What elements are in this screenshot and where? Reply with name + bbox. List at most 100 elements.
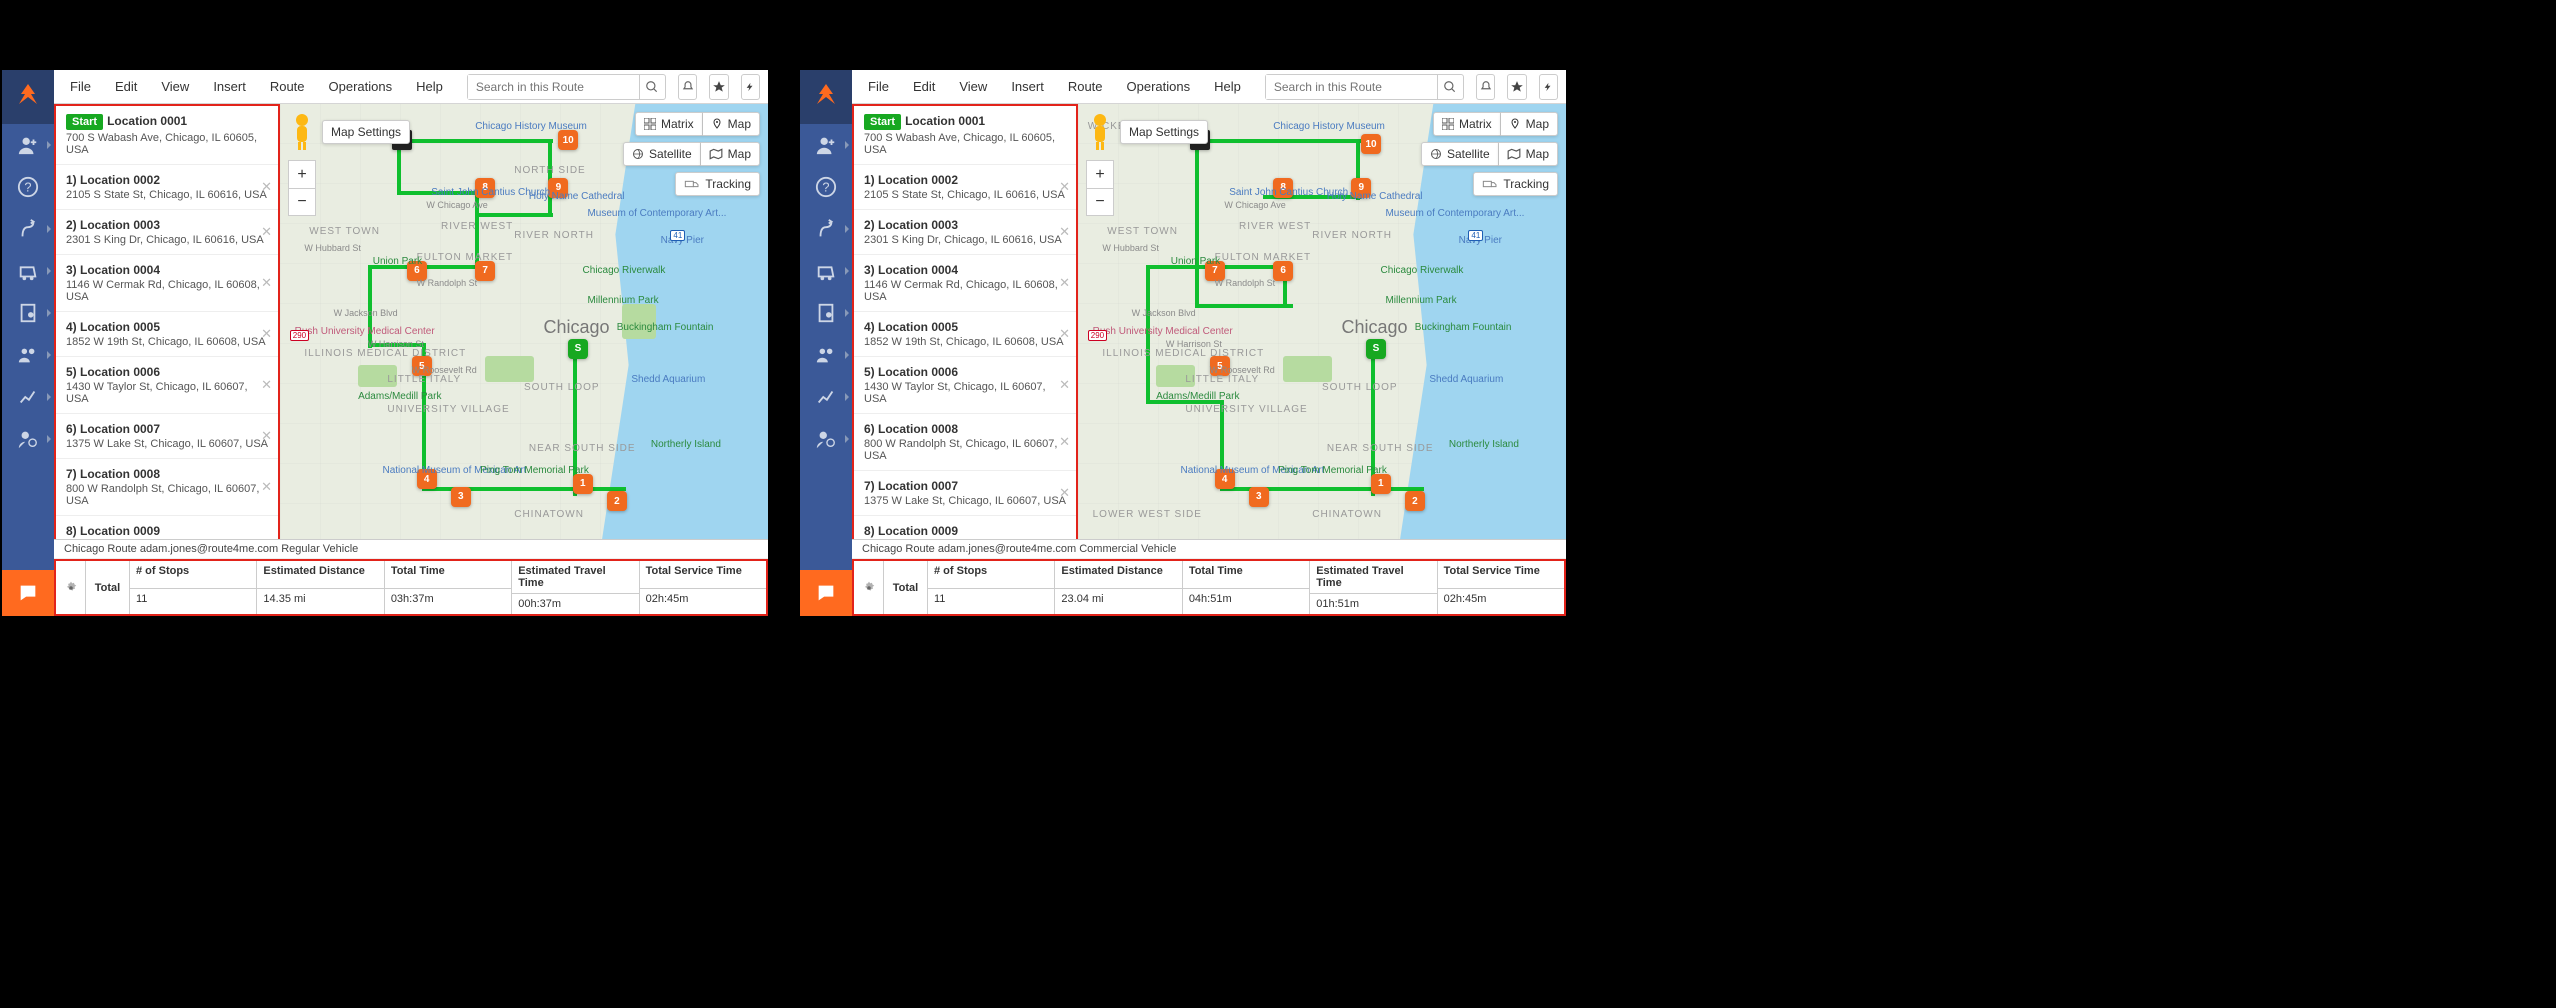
search-button[interactable] — [639, 75, 665, 99]
stop-item[interactable]: 3) Location 00041146 W Cermak Rd, Chicag… — [56, 255, 278, 312]
stop-item[interactable]: 6) Location 00071375 W Lake St, Chicago,… — [56, 414, 278, 459]
stop-item[interactable]: 8) Location 00091200 N Larrabee St, Chic… — [56, 516, 278, 539]
stops-panel[interactable]: StartLocation 0001700 S Wabash Ave, Chic… — [54, 104, 280, 539]
satellite-button[interactable]: Satellite — [623, 142, 701, 166]
nav-orders[interactable] — [2, 250, 54, 292]
stop-item[interactable]: 1) Location 00022105 S State St, Chicago… — [56, 165, 278, 210]
chat-button[interactable] — [800, 570, 852, 616]
zoom-in-button[interactable]: + — [1086, 160, 1114, 188]
zoom-out-button[interactable]: − — [1086, 188, 1114, 216]
search-input[interactable] — [1266, 75, 1437, 99]
remove-stop-button[interactable]: ✕ — [1059, 326, 1070, 342]
map-settings-button[interactable]: Map Settings — [322, 120, 410, 144]
remove-stop-button[interactable]: ✕ — [261, 326, 272, 342]
remove-stop-button[interactable]: ✕ — [261, 428, 272, 444]
marker-2[interactable]: 2 — [1405, 491, 1425, 511]
remove-stop-button[interactable]: ✕ — [1059, 434, 1070, 450]
marker-1[interactable]: 1 — [1371, 474, 1391, 494]
stop-item[interactable]: 5) Location 00061430 W Taylor St, Chicag… — [854, 357, 1076, 414]
nav-address-book[interactable] — [2, 292, 54, 334]
stop-item[interactable]: StartLocation 0001700 S Wabash Ave, Chic… — [56, 106, 278, 165]
menu-route[interactable]: Route — [262, 75, 313, 98]
nav-user-settings[interactable] — [2, 418, 54, 460]
nav-team[interactable] — [2, 334, 54, 376]
remove-stop-button[interactable]: ✕ — [1059, 485, 1070, 501]
marker-3[interactable]: 3 — [451, 487, 471, 507]
marker-start[interactable]: S — [568, 339, 588, 359]
map-type-button[interactable]: Map — [701, 142, 760, 166]
logo[interactable] — [800, 70, 852, 124]
table-gear-icon[interactable] — [854, 561, 884, 614]
remove-stop-button[interactable]: ✕ — [261, 479, 272, 495]
nav-orders[interactable] — [800, 250, 852, 292]
map-area[interactable]: S E 1 2 3 4 5 6 7 8 9 10 Chicago WEST TO… — [1078, 104, 1566, 539]
menu-help[interactable]: Help — [408, 75, 451, 98]
remove-stop-button[interactable]: ✕ — [261, 179, 272, 195]
notifications-button[interactable] — [1476, 74, 1495, 100]
menu-file[interactable]: File — [62, 75, 99, 98]
remove-stop-button[interactable]: ✕ — [261, 275, 272, 291]
tracking-button[interactable]: Tracking — [675, 172, 760, 196]
logo[interactable] — [2, 70, 54, 124]
nav-team[interactable] — [800, 334, 852, 376]
matrix-view-button[interactable]: Matrix — [1433, 112, 1501, 136]
nav-analytics[interactable] — [800, 376, 852, 418]
menu-insert[interactable]: Insert — [205, 75, 254, 98]
menu-help[interactable]: Help — [1206, 75, 1249, 98]
map-area[interactable]: S E 1 2 3 4 5 6 7 8 9 10 Chicago WEST TO… — [280, 104, 768, 539]
stop-item[interactable]: 4) Location 00051852 W 19th St, Chicago,… — [854, 312, 1076, 357]
menu-operations[interactable]: Operations — [1119, 75, 1199, 98]
favorites-button[interactable] — [709, 74, 728, 100]
remove-stop-button[interactable]: ✕ — [1059, 179, 1070, 195]
search-button[interactable] — [1437, 75, 1463, 99]
stop-item[interactable]: 1) Location 00022105 S State St, Chicago… — [854, 165, 1076, 210]
marker-start[interactable]: S — [1366, 339, 1386, 359]
menu-operations[interactable]: Operations — [321, 75, 401, 98]
map-view-button[interactable]: Map — [703, 112, 760, 136]
matrix-view-button[interactable]: Matrix — [635, 112, 703, 136]
nav-add-user[interactable] — [800, 124, 852, 166]
nav-routes[interactable] — [2, 208, 54, 250]
nav-user-settings[interactable] — [800, 418, 852, 460]
marker-10[interactable]: 10 — [558, 130, 578, 150]
stop-item[interactable]: StartLocation 0001700 S Wabash Ave, Chic… — [854, 106, 1076, 165]
remove-stop-button[interactable]: ✕ — [261, 224, 272, 240]
menu-view[interactable]: View — [951, 75, 995, 98]
nav-add-user[interactable] — [2, 124, 54, 166]
notifications-button[interactable] — [678, 74, 697, 100]
table-gear-icon[interactable] — [56, 561, 86, 614]
marker-3[interactable]: 3 — [1249, 487, 1269, 507]
map-view-button[interactable]: Map — [1501, 112, 1558, 136]
chat-button[interactable] — [2, 570, 54, 616]
nav-address-book[interactable] — [800, 292, 852, 334]
marker-2[interactable]: 2 — [607, 491, 627, 511]
stop-item[interactable]: 2) Location 00032301 S King Dr, Chicago,… — [56, 210, 278, 255]
search-input[interactable] — [468, 75, 639, 99]
marker-7[interactable]: 7 — [475, 261, 495, 281]
favorites-button[interactable] — [1507, 74, 1526, 100]
nav-help[interactable]: ? — [2, 166, 54, 208]
remove-stop-button[interactable]: ✕ — [1059, 536, 1070, 539]
nav-routes[interactable] — [800, 208, 852, 250]
remove-stop-button[interactable]: ✕ — [1059, 377, 1070, 393]
stop-item[interactable]: 2) Location 00032301 S King Dr, Chicago,… — [854, 210, 1076, 255]
pegman-icon[interactable] — [288, 112, 316, 152]
satellite-button[interactable]: Satellite — [1421, 142, 1499, 166]
menu-edit[interactable]: Edit — [905, 75, 943, 98]
stops-panel[interactable]: StartLocation 0001700 S Wabash Ave, Chic… — [852, 104, 1078, 539]
marker-10[interactable]: 10 — [1361, 134, 1381, 154]
remove-stop-button[interactable]: ✕ — [261, 377, 272, 393]
menu-route[interactable]: Route — [1060, 75, 1111, 98]
remove-stop-button[interactable]: ✕ — [1059, 224, 1070, 240]
actions-button[interactable] — [741, 74, 760, 100]
map-settings-button[interactable]: Map Settings — [1120, 120, 1208, 144]
stop-item[interactable]: 8) Location 00091200 N Larrabee St, Chic… — [854, 516, 1076, 539]
remove-stop-button[interactable]: ✕ — [1059, 275, 1070, 291]
zoom-in-button[interactable]: + — [288, 160, 316, 188]
nav-analytics[interactable] — [2, 376, 54, 418]
menu-view[interactable]: View — [153, 75, 197, 98]
stop-item[interactable]: 6) Location 0008800 W Randolph St, Chica… — [854, 414, 1076, 471]
actions-button[interactable] — [1539, 74, 1558, 100]
stop-item[interactable]: 5) Location 00061430 W Taylor St, Chicag… — [56, 357, 278, 414]
map-type-button[interactable]: Map — [1499, 142, 1558, 166]
